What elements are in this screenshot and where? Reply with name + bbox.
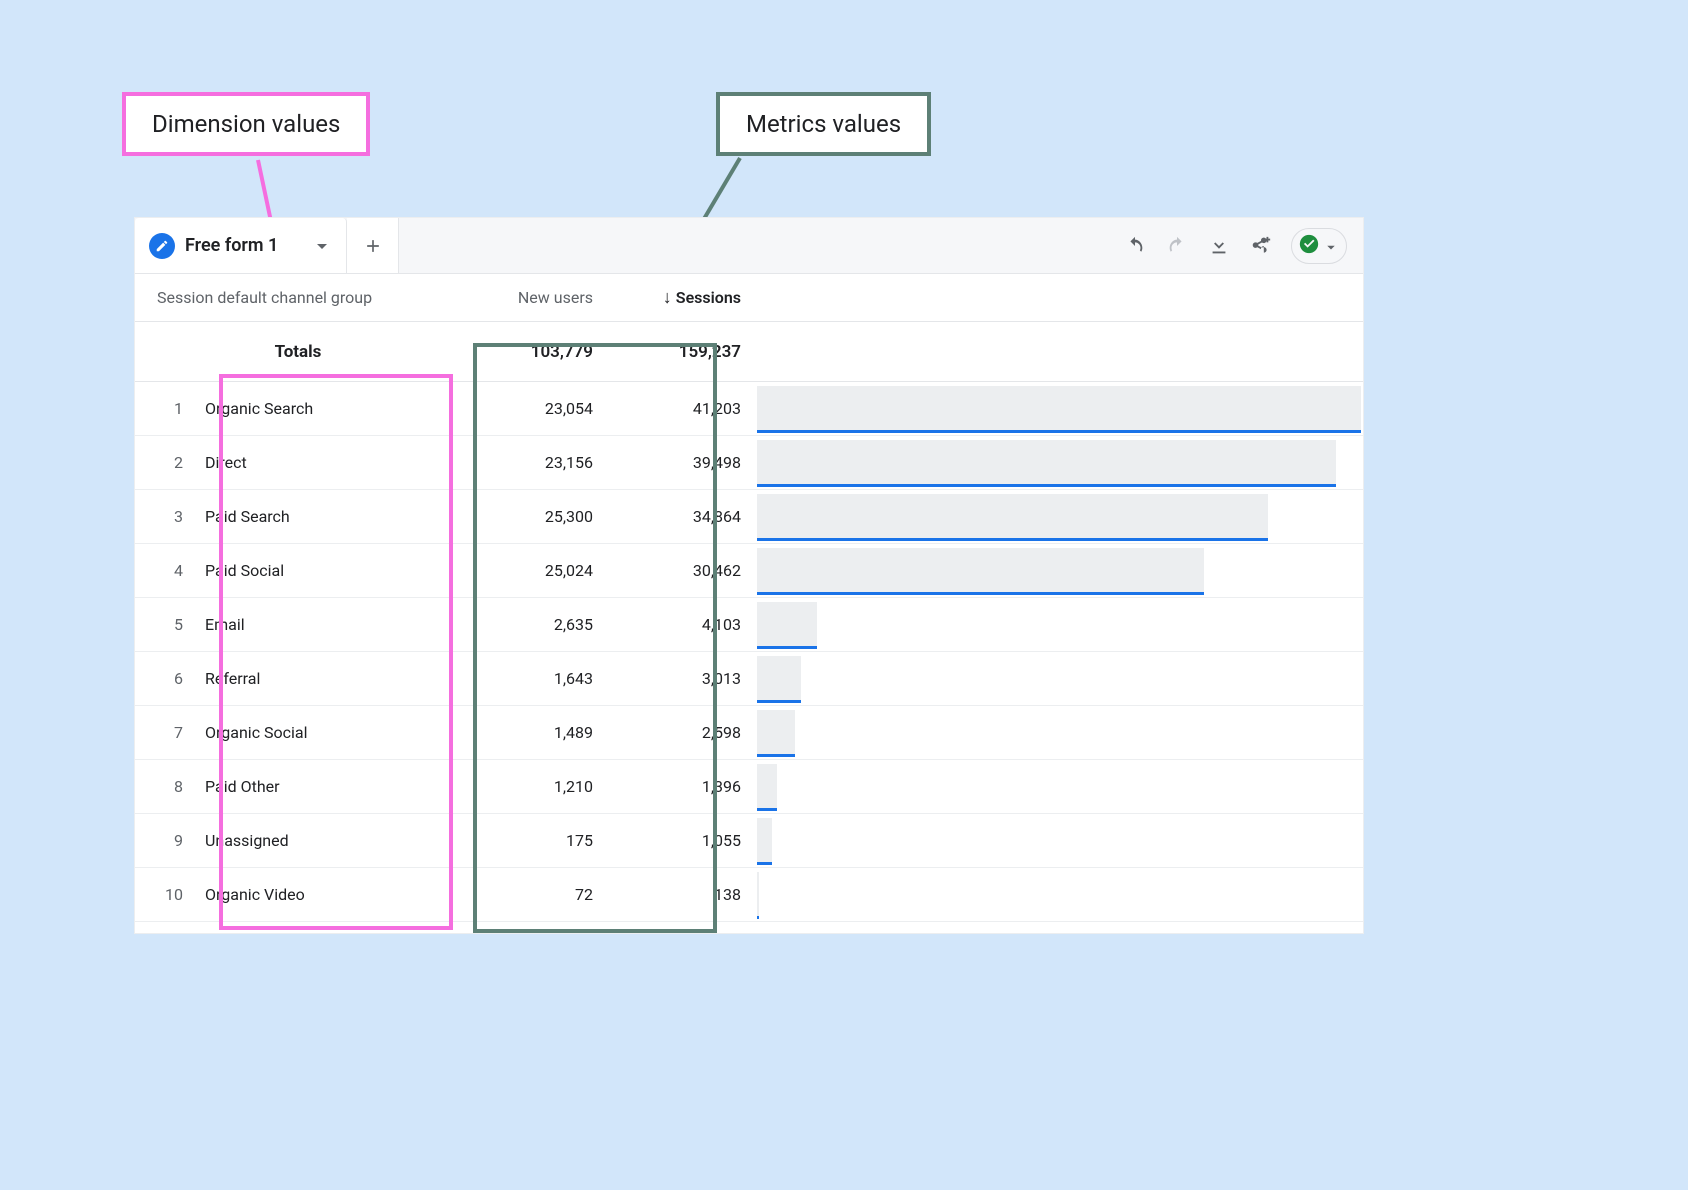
cell-new-users: 25,300 [461,507,609,526]
sort-desc-icon: ↓ [663,287,672,308]
table-row[interactable]: 8Paid Other1,2101,396 [135,760,1363,814]
tab-title: Free form 1 [185,235,278,256]
row-number: 3 [135,507,201,526]
cell-sessions: 4,103 [609,615,757,634]
column-headers: Session default channel group New users … [135,274,1363,322]
chevron-down-icon [1326,236,1336,255]
cell-new-users: 23,054 [461,399,609,418]
add-tab-button[interactable] [347,218,399,273]
download-button[interactable] [1207,234,1231,258]
cell-sessions: 2,598 [609,723,757,742]
cell-new-users: 175 [461,831,609,850]
totals-new-users: 103,779 [461,342,609,362]
row-bar [757,544,1363,597]
cell-sessions: 41,203 [609,399,757,418]
dimension-value: Unassigned [201,831,461,850]
annotation-dimension-values: Dimension values [122,92,370,156]
cell-new-users: 2,635 [461,615,609,634]
table-row[interactable]: 4Paid Social25,02430,462 [135,544,1363,598]
share-button[interactable] [1249,234,1273,258]
undo-button[interactable] [1123,234,1147,258]
row-bar [757,868,1363,921]
totals-label: Totals [135,342,461,362]
table-row[interactable]: 1Organic Search23,05441,203 [135,382,1363,436]
row-number: 7 [135,723,201,742]
table-row[interactable]: 3Paid Search25,30034,864 [135,490,1363,544]
annotation-metrics-values: Metrics values [716,92,931,156]
row-number: 5 [135,615,201,634]
table-row[interactable]: 7Organic Social1,4892,598 [135,706,1363,760]
table-row[interactable]: 6Referral1,6433,013 [135,652,1363,706]
report-panel: Free form 1 [134,217,1364,934]
row-bar [757,598,1363,651]
redo-button[interactable] [1165,234,1189,258]
table-row[interactable]: 10Organic Video72138 [135,868,1363,922]
row-number: 6 [135,669,201,688]
cell-sessions: 34,864 [609,507,757,526]
totals-row: Totals 103,779 159,237 [135,322,1363,382]
row-number: 10 [135,885,201,904]
tab-bar: Free form 1 [135,218,1363,274]
header-sessions-label: Sessions [676,288,741,307]
dimension-value: Organic Social [201,723,461,742]
cell-new-users: 72 [461,885,609,904]
header-new-users[interactable]: New users [461,274,609,321]
cell-new-users: 1,489 [461,723,609,742]
row-bar [757,382,1363,435]
row-number: 1 [135,399,201,418]
cell-sessions: 138 [609,885,757,904]
toolbar-right [1123,228,1363,264]
row-number: 8 [135,777,201,796]
check-circle-icon [1298,233,1320,259]
cell-sessions: 1,055 [609,831,757,850]
edit-icon [149,233,175,259]
row-number: 9 [135,831,201,850]
dimension-value: Organic Search [201,399,461,418]
cell-sessions: 30,462 [609,561,757,580]
cell-new-users: 1,643 [461,669,609,688]
dimension-value: Paid Social [201,561,461,580]
row-bar [757,760,1363,813]
tab-freeform-1[interactable]: Free form 1 [135,218,347,273]
cell-sessions: 3,013 [609,669,757,688]
totals-sessions: 159,237 [609,342,757,362]
table-row[interactable]: 2Direct23,15639,498 [135,436,1363,490]
data-rows: 1Organic Search23,05441,2032Direct23,156… [135,382,1363,922]
status-pill[interactable] [1291,228,1347,264]
cell-sessions: 39,498 [609,453,757,472]
dimension-value: Direct [201,453,461,472]
dimension-value: Referral [201,669,461,688]
dimension-value: Paid Search [201,507,461,526]
table-row[interactable]: 9Unassigned1751,055 [135,814,1363,868]
row-bar [757,814,1363,867]
header-sessions[interactable]: ↓ Sessions [609,274,757,321]
dimension-value: Organic Video [201,885,461,904]
table-row[interactable]: 5Email2,6354,103 [135,598,1363,652]
dimension-value: Email [201,615,461,634]
cell-new-users: 23,156 [461,453,609,472]
cell-new-users: 1,210 [461,777,609,796]
row-number: 4 [135,561,201,580]
cell-sessions: 1,396 [609,777,757,796]
header-dimension[interactable]: Session default channel group [135,274,461,321]
row-bar [757,652,1363,705]
dimension-value: Paid Other [201,777,461,796]
row-bar [757,706,1363,759]
row-bar [757,436,1363,489]
row-number: 2 [135,453,201,472]
row-bar [757,490,1363,543]
cell-new-users: 25,024 [461,561,609,580]
chevron-down-icon[interactable] [316,236,328,255]
